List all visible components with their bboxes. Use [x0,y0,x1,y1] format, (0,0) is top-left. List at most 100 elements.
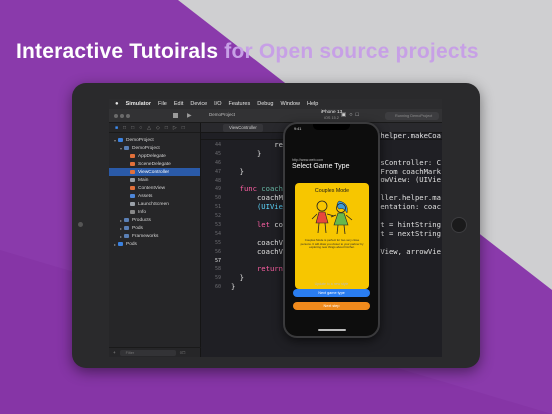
source-control-icon[interactable]: □ [123,125,126,132]
camera-dot [78,222,83,227]
code-line-fragment[interactable] [376,184,442,193]
folder-file-icon [124,218,129,222]
file-tree-label: LaunchScreen [138,201,169,207]
line-number: 46 [214,159,221,166]
file-tree-item[interactable]: SceneDelegate [109,160,200,168]
code-line-fragment[interactable]: ientation: coac [376,202,442,211]
line-number: 52 [214,213,221,220]
swift-file-icon [130,162,135,166]
activity-status: Running DemoProject [385,112,439,120]
file-tree-label: Assets [138,193,153,199]
line-number: 47 [214,168,221,175]
line-number: 60 [214,284,221,291]
menu-file[interactable]: File [158,101,167,107]
line-number: 54 [214,230,221,237]
debug-icon[interactable]: □ [165,125,168,132]
code-line-fragment[interactable]: rowView: (UIVie [376,175,442,184]
code-lines-right[interactable]: .helper.makeCoa ksController: CeFrom coac… [376,131,442,255]
headline-white: Interactive Tutoirals [16,40,219,63]
file-tree-item[interactable]: ViewController [109,168,200,176]
home-button[interactable] [451,217,467,233]
menu-device[interactable]: Device [190,101,207,107]
line-number: 59 [214,275,221,282]
find-icon[interactable]: ○ [139,125,142,132]
project-file-icon [118,138,123,142]
code-line-fragment[interactable]: ksController: C [376,158,442,167]
window-close-icon[interactable] [114,114,118,118]
code-line-fragment[interactable]: eFrom coachMark [376,167,442,176]
code-line-fragment[interactable] [376,238,442,247]
report-icon[interactable]: □ [182,125,185,132]
code-text: } [231,149,261,158]
file-tree-item[interactable]: Assets [109,192,200,200]
next-game-type-button[interactable]: Next game type [293,289,370,297]
line-number: 50 [214,195,221,202]
folder-file-icon [124,226,129,230]
file-tree-item[interactable]: ContentView [109,184,200,192]
issue-icon[interactable]: △ [147,125,151,132]
breakpoint-icon[interactable]: ▷ [173,125,177,132]
apple-icon[interactable]: ● [115,101,119,107]
code-line-fragment[interactable]: xt = hintString [376,220,442,229]
site-label: http://www.web.com [292,158,324,162]
code-token: co [274,220,283,230]
code-line-fragment[interactable]: .helper.makeCoa [376,131,442,140]
code-line-fragment[interactable]: yView, arrowVie [376,247,442,256]
folder-icon[interactable]: ■ [115,125,118,132]
file-tree-item[interactable]: ▾ DemoProject [109,144,200,152]
line-number: 55 [214,239,221,246]
code-line-fragment[interactable] [376,211,442,220]
menu-io[interactable]: I/O [214,101,221,107]
code-line-fragment[interactable]: xt = nextString [376,229,442,238]
next-step-button[interactable]: Next step [293,302,370,310]
file-tree-item[interactable]: ▸ Products [109,216,200,224]
tab-viewcontroller[interactable]: ViewController [223,124,263,132]
file-tree-item[interactable]: ▸ Pods [109,240,200,248]
scheme-selector[interactable]: DemoProject [209,112,235,117]
filter-options-icon[interactable]: ○□ [180,350,185,355]
file-tree-item[interactable]: ▸ Pods [109,224,200,232]
test-icon[interactable]: ◇ [156,125,160,132]
menu-debug[interactable]: Debug [257,101,273,107]
code-line-fragment[interactable] [376,149,442,158]
file-tree-item[interactable]: AppDelegate [109,152,200,160]
file-tree-item[interactable]: ▸ Frameworks [109,232,200,240]
symbol-icon[interactable]: □ [131,125,134,132]
asset-file-icon [130,194,135,198]
file-tree-item[interactable]: Info [109,208,200,216]
folder-file-icon [124,234,129,238]
file-tree-item[interactable]: Main [109,176,200,184]
menu-help[interactable]: Help [307,101,318,107]
file-tree-item[interactable]: ▾ DemoProject [109,136,200,144]
code-text: coachV [231,238,283,247]
file-tree-label: Info [138,209,147,215]
file-tree-item[interactable]: LaunchScreen [109,200,200,208]
screen-title: Select Game Type [292,163,350,170]
code-token: } [231,273,244,283]
menu-features[interactable]: Features [229,101,251,107]
navigator-filter-bar: + Filter ○□ [109,347,201,357]
menu-window[interactable]: Window [280,101,300,107]
window-minimize-icon[interactable] [120,114,124,118]
run-icon[interactable]: ▶ [187,112,192,119]
stop-icon[interactable] [173,113,178,118]
add-icon[interactable]: + [113,350,116,355]
filter-input[interactable]: Filter [119,349,176,356]
menu-simulator[interactable]: Simulator [126,101,151,107]
game-type-card[interactable]: Couples Mode Couples Mode is perfect for… [295,183,369,289]
line-number: 56 [214,248,221,255]
code-token: coachM [231,193,283,203]
code-text: coachV [231,247,283,256]
line-number: 53 [214,222,221,229]
code-line-fragment[interactable]: oller.helper.ma [376,193,442,202]
headline: Interactive Tutoirals for Open source pr… [16,40,479,64]
menubar: ● Simulator File Edit Device I/O Feature… [109,99,442,109]
menu-edit[interactable]: Edit [174,101,183,107]
window-zoom-icon[interactable] [126,114,130,118]
status-time: 9:41 [294,127,302,131]
xcode-toolbar: ▶ DemoProject ▣○□ Running DemoProject [109,109,442,123]
code-line-fragment[interactable] [376,140,442,149]
file-tree: ▾ DemoProject ▾ DemoProject AppDelegate Scene… [109,133,200,248]
os-version: iOS 15.2 [324,116,339,120]
code-token: coach [261,184,283,194]
